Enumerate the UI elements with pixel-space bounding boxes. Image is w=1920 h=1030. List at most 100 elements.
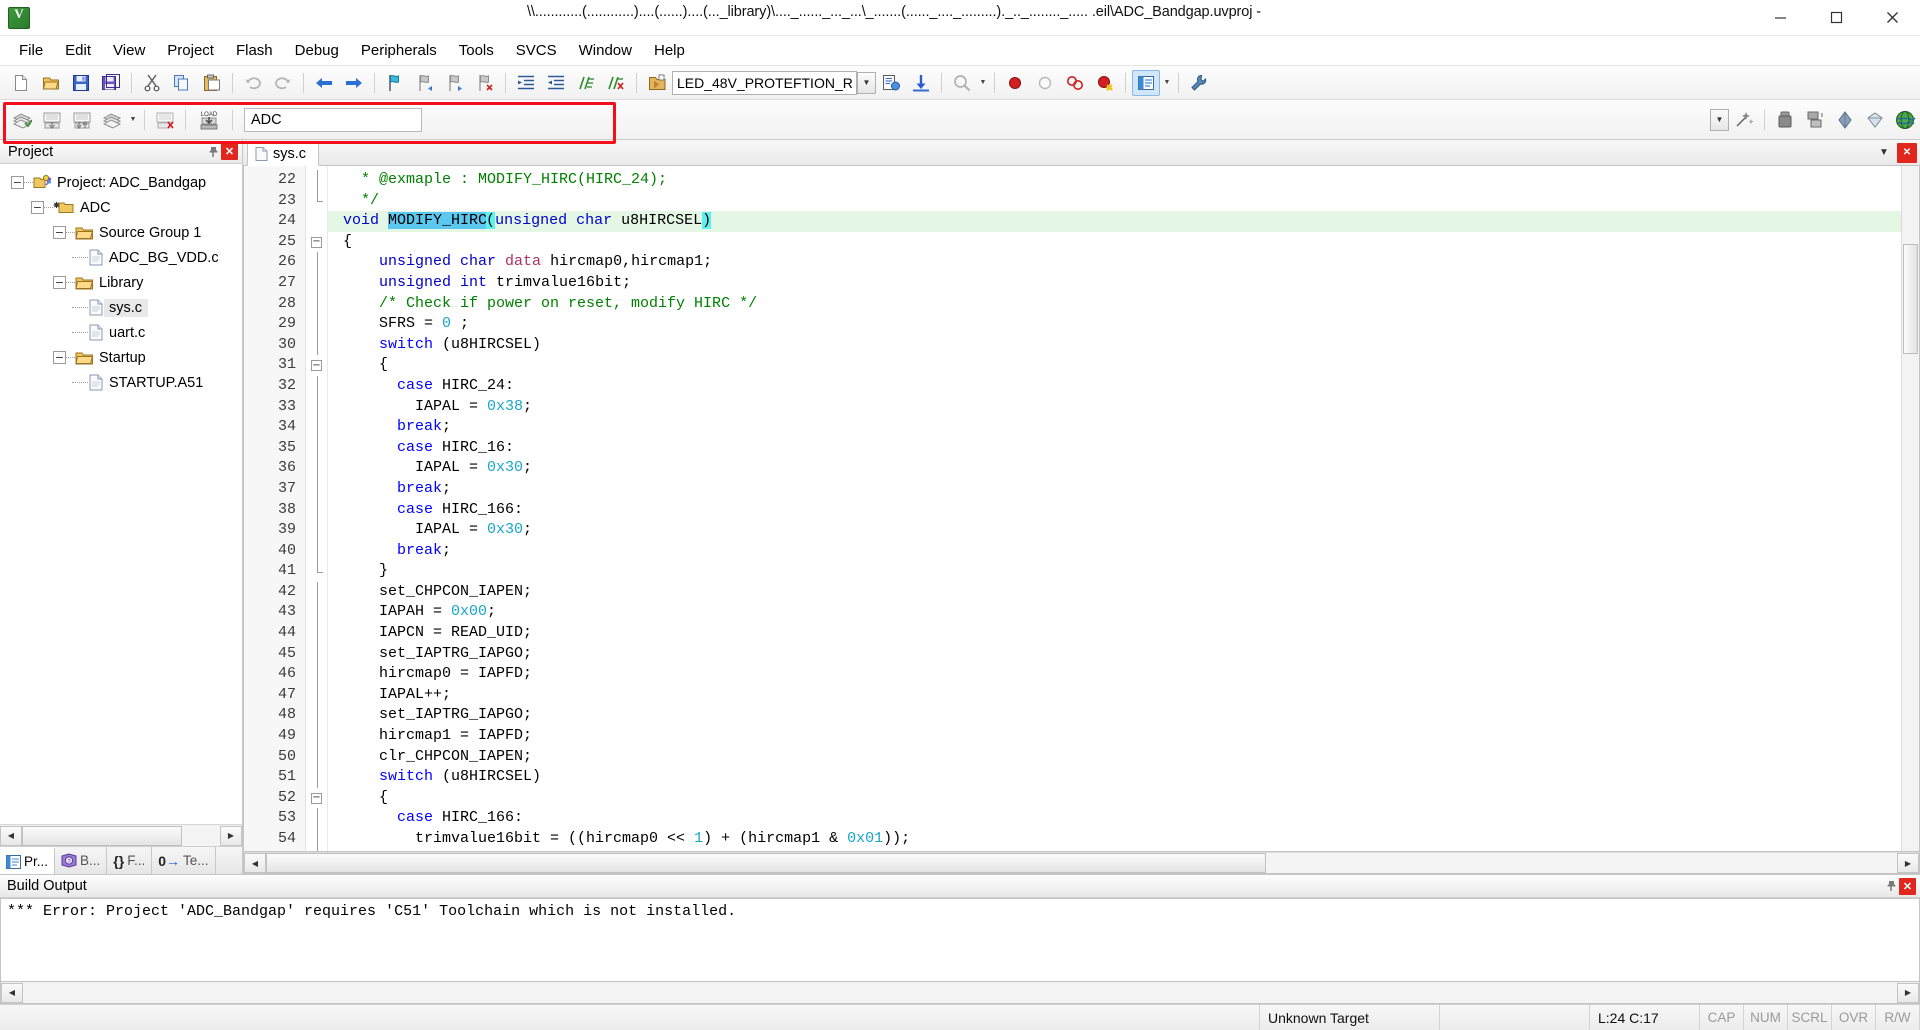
scroll-right-arrow[interactable]: ▶ <box>1897 982 1919 1003</box>
scroll-thumb[interactable] <box>1903 244 1918 354</box>
code-line[interactable]: set_IAPTRG_IAPGO; <box>328 644 1901 665</box>
tree-item-source-group-1[interactable]: − Source Group 1 <box>0 220 242 245</box>
scroll-track[interactable] <box>23 982 1897 1003</box>
code-line[interactable]: unsigned char data hircmap0,hircmap1; <box>328 252 1901 273</box>
tree-item-file-uart-c[interactable]: uart.c <box>0 320 242 345</box>
target-options-icon[interactable] <box>643 70 671 96</box>
bookmark-toggle-icon[interactable] <box>381 70 409 96</box>
code-line[interactable]: hircmap1 = IAPFD; <box>328 726 1901 747</box>
insert-breakpoint-icon[interactable] <box>1001 70 1029 96</box>
project-tree[interactable]: − Project: ADC_Bandgap − ADC − Source Gr… <box>0 164 242 824</box>
build-output-hscrollbar[interactable]: ◀ ▶ <box>0 982 1920 1004</box>
fold-collapse-icon[interactable]: − <box>311 792 322 804</box>
code-line[interactable]: IAPAL = 0x30; <box>328 520 1901 541</box>
zoom-dropdown-arrow[interactable]: ▼ <box>977 70 989 96</box>
zoom-icon[interactable] <box>948 70 976 96</box>
code-line[interactable]: set_IAPTRG_IAPGO; <box>328 705 1901 726</box>
code-line[interactable]: break; <box>328 417 1901 438</box>
document-tab-sys-c[interactable]: sys.c <box>247 141 320 166</box>
menu-peripherals[interactable]: Peripherals <box>350 38 448 63</box>
uncomment-lines-icon[interactable] <box>602 70 630 96</box>
code-line[interactable]: set_CHPCON_IAPEN; <box>328 582 1901 603</box>
code-line[interactable]: clr_CHPCON_IAPEN; <box>328 747 1901 768</box>
translate-file-icon[interactable] <box>8 107 36 133</box>
code-line[interactable]: case HIRC_166: <box>328 808 1901 829</box>
menu-flash[interactable]: Flash <box>225 38 284 63</box>
tab-project[interactable]: Pr... <box>0 847 56 874</box>
close-panel-icon[interactable]: ✕ <box>1899 877 1916 895</box>
navigate-back-icon[interactable] <box>310 70 338 96</box>
code-line[interactable]: */ <box>328 191 1901 212</box>
tree-item-target-adc[interactable]: − ADC <box>0 195 242 220</box>
bookmark-clear-icon[interactable] <box>471 70 499 96</box>
code-line[interactable]: { <box>328 355 1901 376</box>
fold-collapse-icon[interactable]: − <box>311 236 322 248</box>
find-in-files-icon[interactable] <box>1730 107 1758 133</box>
search-input[interactable]: ADC <box>244 107 422 132</box>
redo-icon[interactable] <box>269 70 297 96</box>
code-line[interactable]: IAPAL++; <box>328 685 1901 706</box>
code-line[interactable]: break; <box>328 541 1901 562</box>
indent-increase-icon[interactable] <box>512 70 540 96</box>
code-line[interactable]: case HIRC_16: <box>328 438 1901 459</box>
disable-all-breakpoints-icon[interactable] <box>1061 70 1089 96</box>
target-selector[interactable]: LED_48V_PROTEFTION_R <box>672 70 857 95</box>
pin-icon[interactable] <box>204 143 221 160</box>
tree-item-file-adc-bg-vdd[interactable]: ADC_BG_VDD.c <box>0 245 242 270</box>
open-file-icon[interactable] <box>37 70 65 96</box>
pack-installer-icon[interactable] <box>1861 107 1889 133</box>
code-line[interactable]: switch (u8HIRCSEL) <box>328 335 1901 356</box>
expander-icon[interactable]: − <box>53 351 66 364</box>
scroll-left-arrow[interactable]: ◀ <box>1 982 23 1003</box>
manage-project-items-icon[interactable] <box>1771 107 1799 133</box>
code-line[interactable]: void MODIFY_HIRC(unsigned char u8HIRCSEL… <box>328 211 1901 232</box>
code-line[interactable]: SFRS = 0 ; <box>328 314 1901 335</box>
expander-icon[interactable]: − <box>31 201 44 214</box>
scroll-track[interactable] <box>266 853 1897 873</box>
code-line[interactable]: trimvalue16bit = trimvalue16bit - 15; <box>328 850 1901 852</box>
document-list-dropdown-icon[interactable]: ▼ <box>1874 143 1894 163</box>
close-panel-icon[interactable]: ✕ <box>221 143 238 160</box>
bookmark-next-icon[interactable] <box>441 70 469 96</box>
code-area[interactable]: 22 23 24 25 26 27 28 29 30 31 32 33 34 35 36 37 38 39 40 41… <box>244 166 1901 851</box>
project-window-icon[interactable] <box>1132 69 1160 96</box>
close-button[interactable] <box>1864 0 1920 36</box>
rebuild-icon[interactable] <box>68 107 96 133</box>
tree-item-file-sys-c[interactable]: sys.c <box>0 295 242 320</box>
code-line[interactable]: IAPAL = 0x38; <box>328 397 1901 418</box>
paste-icon[interactable] <box>198 70 226 96</box>
search-dropdown-arrow[interactable]: ▼ <box>1710 108 1729 131</box>
minimize-button[interactable] <box>1752 0 1808 36</box>
new-file-icon[interactable] <box>7 70 35 96</box>
stop-build-icon[interactable] <box>151 107 179 133</box>
batch-build-dropdown-arrow[interactable]: ▼ <box>127 107 139 133</box>
navigate-forward-icon[interactable] <box>340 70 368 96</box>
build-target-icon[interactable] <box>38 107 66 133</box>
code-line[interactable]: IAPCN = READ_UID; <box>328 623 1901 644</box>
scroll-track[interactable] <box>22 825 220 846</box>
code-text[interactable]: * @exmaple : MODIFY_HIRC(HIRC_24); */ vo… <box>328 166 1901 851</box>
scroll-thumb[interactable] <box>266 853 1266 873</box>
code-line[interactable]: break; <box>328 479 1901 500</box>
tree-item-startup[interactable]: − Startup <box>0 345 242 370</box>
code-line[interactable]: { <box>328 788 1901 809</box>
menu-svcs[interactable]: SVCS <box>505 38 568 63</box>
undo-icon[interactable] <box>239 70 267 96</box>
menu-file[interactable]: File <box>8 38 54 63</box>
code-line[interactable]: IAPAH = 0x00; <box>328 602 1901 623</box>
code-line[interactable]: /* Check if power on reset, modify HIRC … <box>328 294 1901 315</box>
menu-view[interactable]: View <box>102 38 156 63</box>
project-tree-hscrollbar[interactable]: ◀ ▶ <box>0 824 242 846</box>
kill-all-breakpoints-icon[interactable] <box>1091 70 1119 96</box>
editor-vscrollbar[interactable] <box>1901 166 1919 851</box>
editor-hscrollbar[interactable]: ◀ ▶ <box>243 852 1920 874</box>
menu-window[interactable]: Window <box>568 38 643 63</box>
tree-item-file-startup-a51[interactable]: STARTUP.A51 <box>0 370 242 395</box>
code-line[interactable]: * @exmaple : MODIFY_HIRC(HIRC_24); <box>328 170 1901 191</box>
tab-templates[interactable]: 0→ Te... <box>152 847 216 874</box>
fold-cell[interactable]: − <box>306 355 327 376</box>
tab-books[interactable]: ? B... <box>55 847 108 874</box>
maximize-button[interactable] <box>1808 0 1864 36</box>
code-line[interactable]: hircmap0 = IAPFD; <box>328 664 1901 685</box>
fold-cell[interactable]: − <box>306 788 327 809</box>
